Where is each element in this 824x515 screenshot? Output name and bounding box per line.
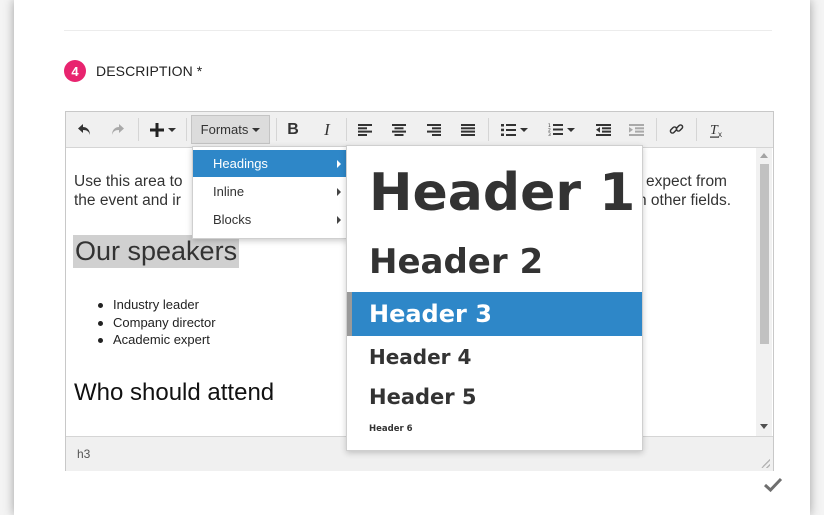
toolbar-separator [656, 118, 657, 141]
element-path[interactable]: h3 [77, 447, 90, 461]
align-left-button[interactable] [354, 115, 376, 144]
heading-attend: Who should attend [74, 379, 275, 406]
bold-button[interactable]: B [282, 115, 304, 144]
chevron-right-icon [337, 216, 341, 224]
insert-button[interactable] [146, 115, 180, 144]
undo-button[interactable] [72, 115, 98, 144]
editor-toolbar: Formats B I 1 2 3 T x [66, 112, 773, 148]
step-number-badge: 4 [64, 60, 86, 82]
link-icon [669, 124, 683, 134]
menu-item-header-2[interactable]: Header 2 [347, 240, 642, 284]
menu-item-headings[interactable]: Headings [193, 150, 347, 177]
bullet-list-icon [500, 123, 516, 136]
toolbar-separator [696, 118, 697, 141]
menu-item-label: Header 1 [369, 163, 636, 223]
menu-item-blocks[interactable]: Blocks [193, 206, 347, 233]
formats-menu: Headings Inline Blocks [192, 146, 348, 239]
toolbar-separator [138, 118, 139, 141]
align-right-button[interactable] [423, 115, 445, 144]
align-right-icon [427, 123, 441, 136]
menu-item-label: Header 5 [369, 385, 477, 409]
scrollbar-thumb[interactable] [760, 164, 769, 344]
numbered-list-icon: 123 [548, 123, 563, 136]
scroll-down-icon[interactable] [760, 424, 768, 429]
menu-item-label: Header 3 [369, 300, 492, 328]
vertical-scrollbar[interactable] [756, 148, 772, 436]
outdent-icon [595, 123, 611, 136]
chevron-down-icon [168, 127, 176, 132]
svg-text:3: 3 [548, 132, 551, 136]
formats-dropdown-button[interactable]: Formats [191, 115, 270, 144]
clear-formatting-button[interactable]: Tx [704, 115, 730, 144]
clear-formatting-icon: Tx [710, 123, 722, 138]
menu-item-header-4[interactable]: Header 4 [347, 342, 642, 372]
chevron-down-icon [566, 127, 575, 132]
toolbar-separator [346, 118, 347, 141]
align-justify-icon [461, 123, 475, 136]
outdent-button[interactable] [592, 115, 614, 144]
menu-item-header-5[interactable]: Header 5 [347, 381, 642, 413]
menu-item-header-1[interactable]: Header 1 [347, 154, 642, 232]
menu-item-label: Blocks [213, 212, 252, 227]
menu-item-label: Header 2 [369, 242, 544, 282]
menu-item-label: Inline [213, 184, 245, 199]
intro-line-2-end: n other fields. [638, 192, 732, 209]
scroll-up-icon[interactable] [760, 153, 768, 158]
toolbar-separator [276, 118, 277, 141]
undo-icon [78, 123, 90, 135]
plus-icon [150, 122, 164, 137]
chevron-right-icon [337, 188, 341, 196]
bullet-list-button[interactable] [496, 115, 532, 144]
link-button[interactable] [664, 115, 688, 144]
intro-line-1-end: expect from [646, 173, 727, 190]
resize-handle-icon[interactable] [760, 458, 770, 468]
formats-label: Formats [200, 122, 249, 137]
list-item: Academic expert [98, 332, 216, 350]
menu-item-header-3[interactable]: Header 3 [347, 292, 642, 336]
numbered-list-button[interactable]: 123 [543, 115, 579, 144]
align-justify-button[interactable] [457, 115, 479, 144]
align-center-icon [392, 123, 406, 136]
chevron-down-icon [519, 127, 528, 132]
intro-paragraph-right: expect from n other fields. [638, 172, 731, 210]
list-item: Company director [98, 315, 216, 333]
chevron-down-icon [252, 127, 261, 132]
toolbar-separator [186, 118, 187, 141]
chevron-right-icon [337, 160, 341, 168]
menu-item-header-6[interactable]: Header 6 [347, 420, 642, 438]
italic-button[interactable]: I [316, 115, 338, 144]
indent-icon [628, 123, 644, 136]
redo-button[interactable] [104, 115, 130, 144]
section-title: DESCRIPTION * [96, 63, 203, 79]
toolbar-separator [488, 118, 489, 141]
indent-button[interactable] [625, 115, 647, 144]
menu-item-label: Header 4 [369, 345, 472, 369]
menu-item-label: Headings [213, 156, 268, 171]
align-left-icon [358, 123, 372, 136]
redo-icon [112, 123, 124, 135]
menu-item-inline[interactable]: Inline [193, 178, 347, 205]
divider [64, 30, 772, 31]
menu-item-label: Header 6 [369, 424, 413, 434]
headings-submenu: Header 1 Header 2 Header 3 Header 4 Head… [346, 145, 643, 451]
heading-speakers: Our speakers [73, 235, 240, 268]
speaker-list: Industry leader Company director Academi… [98, 297, 216, 350]
list-item: Industry leader [98, 297, 216, 315]
checkmark-icon [763, 477, 783, 493]
section-header: 4 DESCRIPTION * [64, 60, 202, 82]
align-center-button[interactable] [388, 115, 410, 144]
